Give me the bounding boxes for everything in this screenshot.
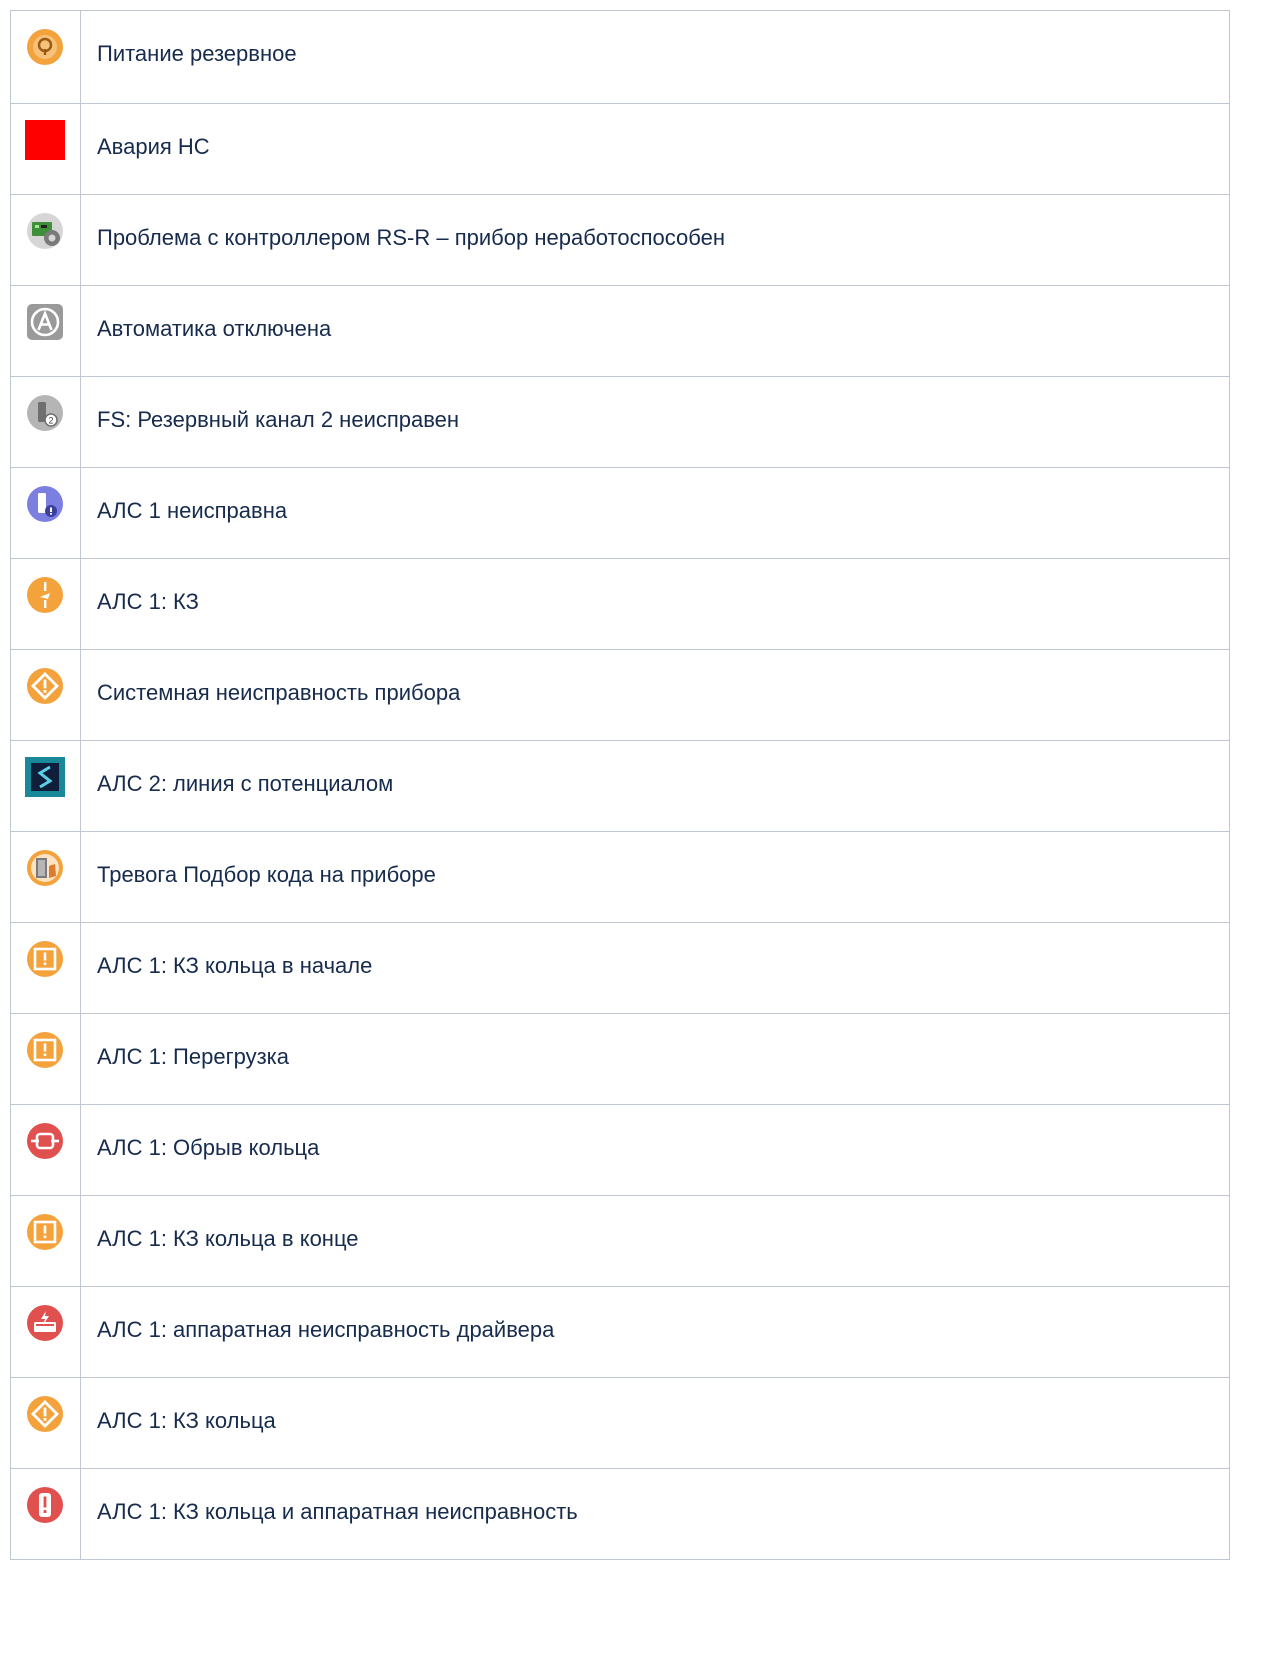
table-row: АЛС 1: Обрыв кольца [10, 1104, 1230, 1196]
controller-problem-icon [25, 211, 65, 251]
ring-short-start-icon [25, 939, 65, 979]
backup-channel-fault-icon: 2 [25, 393, 65, 433]
table-row: Тревога Подбор кода на приборе [10, 831, 1230, 923]
status-label: АЛС 1: Перегрузка [80, 1013, 1230, 1105]
als-short-circuit-icon [25, 575, 65, 615]
table-row: Проблема с контроллером RS-R – прибор не… [10, 194, 1230, 286]
table-row: Автоматика отключена [10, 285, 1230, 377]
line-potential-icon [25, 757, 65, 797]
pump-failure-icon [25, 120, 65, 160]
table-row: АЛС 1: КЗ кольца в начале [10, 922, 1230, 1014]
status-icons-table: Питание резервное Авария НС Проблема с к… [10, 10, 1230, 1560]
status-label: АЛС 1 неисправна [80, 467, 1230, 559]
status-label: АЛС 1: аппаратная неисправность драйвера [80, 1286, 1230, 1378]
status-label: АЛС 1: КЗ кольца [80, 1377, 1230, 1469]
status-label: АЛС 1: КЗ кольца в начале [80, 922, 1230, 1014]
system-fault-icon [25, 666, 65, 706]
table-row: АЛС 1: КЗ [10, 558, 1230, 650]
table-row: АЛС 1: КЗ кольца [10, 1377, 1230, 1469]
status-label: АЛС 1: Обрыв кольца [80, 1104, 1230, 1196]
status-label: FS: Резервный канал 2 неисправен [80, 376, 1230, 468]
ring-short-hardware-fault-icon [25, 1485, 65, 1525]
driver-hardware-fault-icon [25, 1303, 65, 1343]
status-label: Системная неисправность прибора [80, 649, 1230, 741]
status-label: Проблема с контроллером RS-R – прибор не… [80, 194, 1230, 286]
table-row: Системная неисправность прибора [10, 649, 1230, 741]
status-label: Авария НС [80, 103, 1230, 195]
svg-text:2: 2 [48, 416, 53, 426]
status-label: АЛС 1: КЗ кольца в конце [80, 1195, 1230, 1287]
automation-off-icon [25, 302, 65, 342]
status-label: Автоматика отключена [80, 285, 1230, 377]
code-guessing-alarm-icon [25, 848, 65, 888]
backup-power-icon [25, 27, 65, 67]
als-fault-icon [25, 484, 65, 524]
status-label: АЛС 1: КЗ [80, 558, 1230, 650]
ring-break-icon [25, 1121, 65, 1161]
table-row: АЛС 1: КЗ кольца в конце [10, 1195, 1230, 1287]
overload-icon [25, 1030, 65, 1070]
status-label: Тревога Подбор кода на приборе [80, 831, 1230, 923]
table-row: 2 FS: Резервный канал 2 неисправен [10, 376, 1230, 468]
ring-short-icon [25, 1394, 65, 1434]
status-label: Питание резервное [80, 10, 1230, 104]
table-row: АЛС 1: аппаратная неисправность драйвера [10, 1286, 1230, 1378]
ring-short-end-icon [25, 1212, 65, 1252]
table-row: АЛС 1: Перегрузка [10, 1013, 1230, 1105]
table-row: АЛС 1 неисправна [10, 467, 1230, 559]
status-label: АЛС 1: КЗ кольца и аппаратная неисправно… [80, 1468, 1230, 1560]
table-row: АЛС 2: линия с потенциалом [10, 740, 1230, 832]
table-row: Авария НС [10, 103, 1230, 195]
table-row: Питание резервное [10, 10, 1230, 104]
table-row: АЛС 1: КЗ кольца и аппаратная неисправно… [10, 1468, 1230, 1560]
status-label: АЛС 2: линия с потенциалом [80, 740, 1230, 832]
